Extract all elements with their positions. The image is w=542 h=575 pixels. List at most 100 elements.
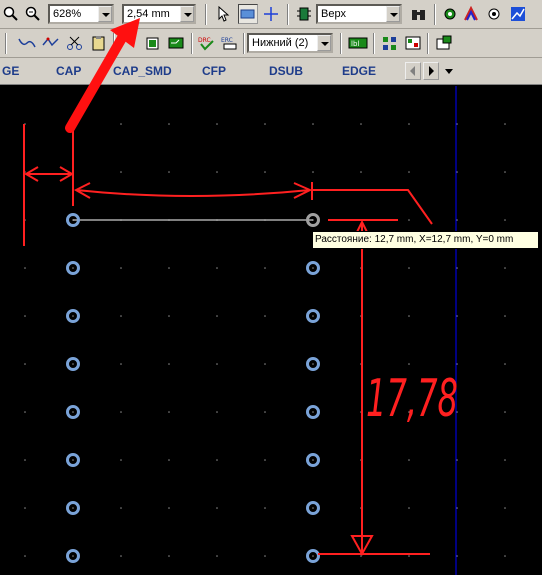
- separator: [427, 33, 429, 54]
- separator: [340, 33, 342, 54]
- grid-dot: [168, 459, 170, 461]
- grid-dot: [120, 363, 122, 365]
- distance-tooltip: Расстояние: 12,7 mm, X=12,7 mm, Y=0 mm: [312, 231, 539, 249]
- grid-select[interactable]: 2,54 mm: [122, 4, 196, 24]
- zoom-value: 628%: [53, 8, 82, 20]
- chevron-down-icon[interactable]: [180, 6, 194, 22]
- grid-dot: [312, 411, 314, 413]
- grid-dot: [360, 123, 362, 125]
- scissors-icon[interactable]: [66, 35, 84, 51]
- grid-dot: [24, 267, 26, 269]
- grid-dot: [72, 459, 74, 461]
- layer-select[interactable]: Верх: [316, 4, 402, 24]
- grid-dot: [408, 555, 410, 557]
- grid-dot: [312, 123, 314, 125]
- dropdown-arrow-icon[interactable]: [444, 64, 454, 78]
- pad-icon[interactable]: [442, 6, 458, 22]
- grid-dots: [24, 123, 506, 557]
- chart-icon[interactable]: [510, 6, 526, 22]
- svg-text:DRC: DRC: [198, 37, 211, 44]
- erc-icon[interactable]: ERC: [221, 35, 239, 51]
- grid-dot: [120, 555, 122, 557]
- crosshair-icon[interactable]: [263, 6, 279, 22]
- grid-dot: [408, 267, 410, 269]
- drc-icon[interactable]: DRC: [198, 35, 216, 51]
- grid-dot: [264, 123, 266, 125]
- binoculars-icon[interactable]: [410, 6, 428, 22]
- netlist-icon[interactable]: lbl: [348, 35, 368, 51]
- grid-dot: [120, 171, 122, 173]
- svg-text:lbl: lbl: [351, 40, 359, 48]
- main-toolbar: 628% 2,54 mm Верх: [0, 0, 542, 29]
- separator: [373, 33, 375, 54]
- grid-dot: [24, 507, 26, 509]
- via-icon[interactable]: [486, 6, 502, 22]
- grid-dot: [168, 555, 170, 557]
- chip-icon[interactable]: [296, 6, 312, 22]
- tab-cfp[interactable]: CFP: [202, 64, 226, 78]
- annotation-distance-label: 17,78: [366, 369, 458, 429]
- export-icon[interactable]: [435, 35, 453, 51]
- chevron-down-icon[interactable]: [386, 6, 400, 22]
- zoom-fit-icon[interactable]: [25, 6, 41, 22]
- bottom-layer-select[interactable]: Нижний (2): [247, 33, 333, 53]
- grid-dot: [120, 507, 122, 509]
- separator: [434, 4, 436, 25]
- library-icon[interactable]: [404, 35, 422, 51]
- red-annotations: [23, 124, 433, 557]
- annotation-top-arrow: [75, 189, 311, 197]
- grid-dot: [120, 267, 122, 269]
- separator: [113, 33, 115, 54]
- wire-icon[interactable]: [18, 35, 36, 51]
- bus-icon[interactable]: [42, 35, 60, 51]
- grid-dot: [120, 123, 122, 125]
- grid-dot: [408, 123, 410, 125]
- grid-value: 2,54 mm: [127, 8, 170, 20]
- clipboard-icon[interactable]: [90, 35, 108, 51]
- grid-dot: [168, 267, 170, 269]
- tab-scroll-left-button[interactable]: [405, 62, 421, 80]
- grid-dot: [24, 363, 26, 365]
- component-icon[interactable]: [144, 35, 162, 51]
- pcb-canvas[interactable]: 17,78: [0, 86, 542, 575]
- footprint-icon[interactable]: [381, 35, 399, 51]
- grid-dot: [216, 411, 218, 413]
- grid-dot: [264, 171, 266, 173]
- grid-dot: [504, 411, 506, 413]
- grid-dot: [360, 555, 362, 557]
- grid-dot: [264, 507, 266, 509]
- grid-dot: [216, 555, 218, 557]
- grid-dot: [24, 459, 26, 461]
- chevron-down-icon[interactable]: [317, 35, 331, 51]
- zoom-select[interactable]: 628%: [48, 4, 114, 24]
- select-tool-icon: [240, 9, 255, 19]
- grid-dot: [408, 363, 410, 365]
- grid-dot: [24, 315, 26, 317]
- tab-ge[interactable]: GE: [2, 64, 19, 78]
- chevron-left-icon: [410, 66, 415, 76]
- zoom-icon[interactable]: [3, 6, 19, 22]
- grid-dot: [408, 459, 410, 461]
- route-icon[interactable]: [463, 6, 479, 22]
- grid-dot: [504, 555, 506, 557]
- chevron-down-icon[interactable]: [98, 6, 112, 22]
- grid-dot: [264, 363, 266, 365]
- grid-dot: [312, 315, 314, 317]
- tab-dsub[interactable]: DSUB: [269, 64, 303, 78]
- grid-dot: [216, 171, 218, 173]
- grid-dot: [72, 363, 74, 365]
- tab-scroll-right-button[interactable]: [423, 62, 439, 80]
- grid-dot: [216, 507, 218, 509]
- grid-dot: [312, 459, 314, 461]
- select-tool-button[interactable]: [238, 4, 258, 24]
- board-icon[interactable]: [167, 35, 185, 51]
- grid-dot: [504, 123, 506, 125]
- pointer-icon[interactable]: [215, 6, 231, 22]
- grid-dot: [216, 267, 218, 269]
- tab-cap[interactable]: CAP: [56, 64, 81, 78]
- separator: [5, 33, 7, 54]
- tab-cap-smd[interactable]: CAP_SMD: [113, 64, 172, 78]
- grid-dot: [24, 411, 26, 413]
- tab-edge[interactable]: EDGE: [342, 64, 376, 78]
- grid-dot: [72, 267, 74, 269]
